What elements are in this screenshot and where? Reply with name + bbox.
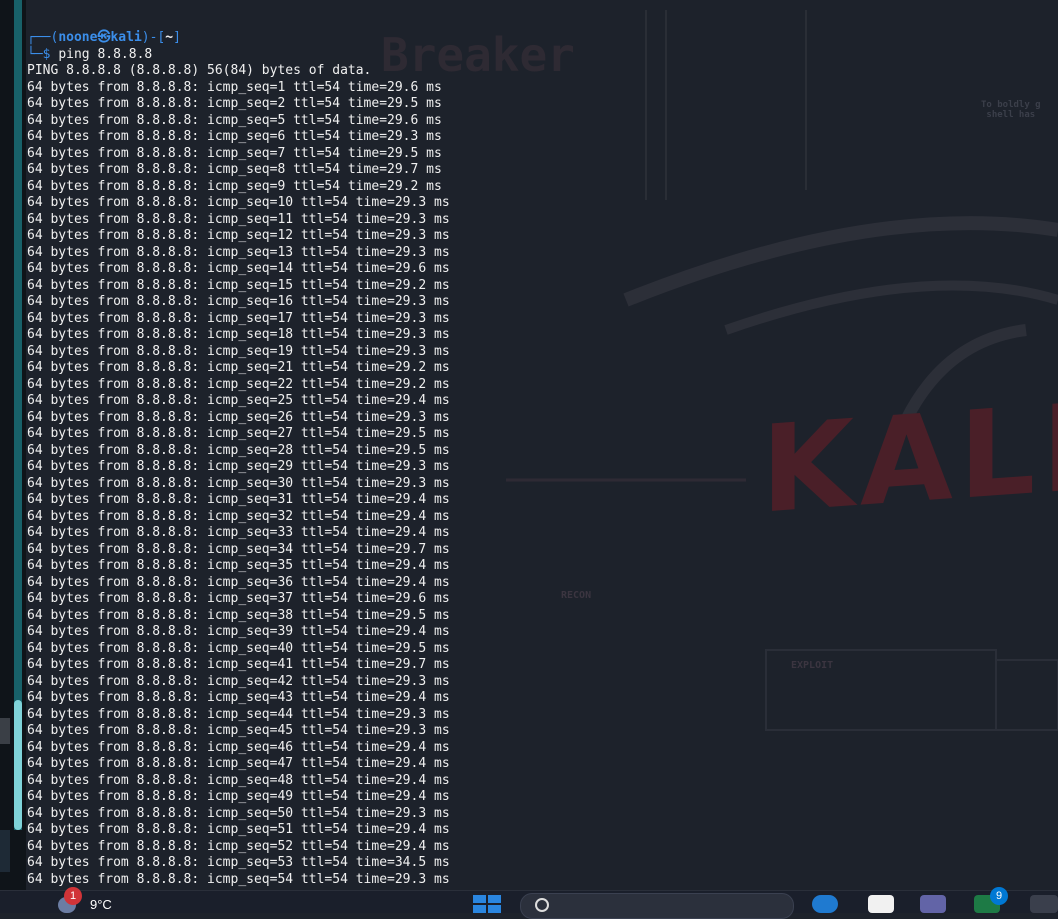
ping-reply-line: 64 bytes from 8.8.8.8: icmp_seq=48 ttl=5… [27,772,450,788]
ping-reply-line: 64 bytes from 8.8.8.8: icmp_seq=53 ttl=5… [27,855,450,870]
ping-reply-line: 64 bytes from 8.8.8.8: icmp_seq=41 ttl=5… [27,657,450,672]
ping-reply-line: 64 bytes from 8.8.8.8: icmp_seq=17 ttl=5… [27,310,450,326]
ping-reply-line: 64 bytes from 8.8.8.8: icmp_seq=16 ttl=5… [27,294,450,309]
prompt-at-symbol: ㉿ [97,30,111,45]
ping-header: PING 8.8.8.8 (8.8.8.8) 56(84) bytes of d… [27,63,372,78]
side-panel-tab [0,830,10,872]
ping-reply-line: 64 bytes from 8.8.8.8: icmp_seq=27 ttl=5… [27,426,450,441]
ping-reply-line: 64 bytes from 8.8.8.8: icmp_seq=22 ttl=5… [27,376,450,392]
ping-reply-line: 64 bytes from 8.8.8.8: icmp_seq=1 ttl=54… [27,79,442,95]
window-left-edge [0,0,26,890]
ping-reply-line: 64 bytes from 8.8.8.8: icmp_seq=52 ttl=5… [27,838,450,854]
ping-reply-line: 64 bytes from 8.8.8.8: icmp_seq=13 ttl=5… [27,244,450,260]
ping-reply-line: 64 bytes from 8.8.8.8: icmp_seq=31 ttl=5… [27,492,450,507]
ping-reply-line: 64 bytes from 8.8.8.8: icmp_seq=19 ttl=5… [27,343,450,359]
scrollbar-thumb[interactable] [14,700,22,830]
ping-reply-line: 64 bytes from 8.8.8.8: icmp_seq=26 ttl=5… [27,409,450,425]
ping-reply-line: 64 bytes from 8.8.8.8: icmp_seq=38 ttl=5… [27,607,450,623]
ping-reply-line: 64 bytes from 8.8.8.8: icmp_seq=49 ttl=5… [27,789,450,804]
ping-replies: 64 bytes from 8.8.8.8: icmp_seq=1 ttl=54… [27,80,647,889]
prompt-host: kali [110,30,142,45]
ping-reply-line: 64 bytes from 8.8.8.8: icmp_seq=46 ttl=5… [27,739,450,755]
ping-reply-line: 64 bytes from 8.8.8.8: icmp_seq=14 ttl=5… [27,261,450,276]
ping-reply-line: 64 bytes from 8.8.8.8: icmp_seq=21 ttl=5… [27,360,450,375]
ping-reply-line: 64 bytes from 8.8.8.8: icmp_seq=43 ttl=5… [27,690,450,705]
wallpaper-ascii-text: EXPLOIT [791,660,834,671]
ping-reply-line: 64 bytes from 8.8.8.8: icmp_seq=42 ttl=5… [27,673,450,689]
ping-reply-line: 64 bytes from 8.8.8.8: icmp_seq=10 ttl=5… [27,195,450,210]
ping-reply-line: 64 bytes from 8.8.8.8: icmp_seq=40 ttl=5… [27,640,450,656]
weather-notification-badge: 1 [64,887,82,905]
teams-icon[interactable] [920,895,946,913]
prompt-command-line: └─$ ping 8.8.8.8 [27,46,153,62]
ping-reply-line: 64 bytes from 8.8.8.8: icmp_seq=47 ttl=5… [27,756,450,771]
ping-reply-line: 64 bytes from 8.8.8.8: icmp_seq=28 ttl=5… [27,442,450,458]
ping-reply-line: 64 bytes from 8.8.8.8: icmp_seq=39 ttl=5… [27,624,450,639]
app-icon[interactable] [1030,895,1058,913]
ping-reply-line: 64 bytes from 8.8.8.8: icmp_seq=45 ttl=5… [27,723,450,738]
file-explorer-icon[interactable] [868,895,894,913]
ping-reply-line: 64 bytes from 8.8.8.8: icmp_seq=11 ttl=5… [27,211,450,227]
ping-reply-line: 64 bytes from 8.8.8.8: icmp_seq=2 ttl=54… [27,96,442,111]
command-text: ping 8.8.8.8 [58,46,153,62]
temperature-label[interactable]: 9°C [90,897,112,912]
ping-reply-line: 64 bytes from 8.8.8.8: icmp_seq=25 ttl=5… [27,393,450,408]
wallpaper-ascii-text: To boldly g shell has [981,100,1041,120]
ping-reply-line: 64 bytes from 8.8.8.8: icmp_seq=9 ttl=54… [27,178,442,194]
ping-reply-line: 64 bytes from 8.8.8.8: icmp_seq=7 ttl=54… [27,145,442,161]
search-input[interactable] [520,893,794,919]
search-icon [535,898,549,912]
ping-reply-line: 64 bytes from 8.8.8.8: icmp_seq=34 ttl=5… [27,541,450,557]
ping-reply-line: 64 bytes from 8.8.8.8: icmp_seq=44 ttl=5… [27,706,450,722]
ping-reply-line: 64 bytes from 8.8.8.8: icmp_seq=29 ttl=5… [27,459,450,474]
ping-reply-line: 64 bytes from 8.8.8.8: icmp_seq=30 ttl=5… [27,475,450,491]
ping-reply-line: 64 bytes from 8.8.8.8: icmp_seq=32 ttl=5… [27,508,450,524]
ping-reply-line: 64 bytes from 8.8.8.8: icmp_seq=54 ttl=5… [27,871,450,887]
ping-reply-line: 64 bytes from 8.8.8.8: icmp_seq=15 ttl=5… [27,277,450,293]
prompt-directory: ~ [165,30,174,45]
app-notification-badge: 9 [990,887,1008,905]
ping-reply-line: 64 bytes from 8.8.8.8: icmp_seq=5 ttl=54… [27,112,442,128]
ping-reply-line: 64 bytes from 8.8.8.8: icmp_seq=36 ttl=5… [27,574,450,590]
side-panel-tab [0,718,10,744]
ping-reply-line: 64 bytes from 8.8.8.8: icmp_seq=37 ttl=5… [27,591,450,606]
prompt-user: noone [58,30,98,45]
taskbar: 1 9°C 9 [0,887,1058,919]
ping-reply-line: 64 bytes from 8.8.8.8: icmp_seq=33 ttl=5… [27,525,450,540]
kali-logo-watermark: KALI [761,378,1058,541]
terminal-output[interactable]: ┌──(noone㉿kali)-[~] └─$ ping 8.8.8.8 PIN… [27,30,647,888]
ping-reply-line: 64 bytes from 8.8.8.8: icmp_seq=35 ttl=5… [27,558,450,573]
edge-icon[interactable] [812,895,838,913]
ping-reply-line: 64 bytes from 8.8.8.8: icmp_seq=12 ttl=5… [27,228,450,243]
ping-reply-line: 64 bytes from 8.8.8.8: icmp_seq=18 ttl=5… [27,327,450,342]
ping-reply-line: 64 bytes from 8.8.8.8: icmp_seq=50 ttl=5… [27,805,450,821]
prompt-header-line: ┌──(noone㉿kali)-[~] [27,30,181,45]
start-icon[interactable] [473,895,503,913]
ping-reply-line: 64 bytes from 8.8.8.8: icmp_seq=6 ttl=54… [27,129,442,144]
ping-reply-line: 64 bytes from 8.8.8.8: icmp_seq=8 ttl=54… [27,162,442,177]
ping-reply-line: 64 bytes from 8.8.8.8: icmp_seq=51 ttl=5… [27,822,450,837]
